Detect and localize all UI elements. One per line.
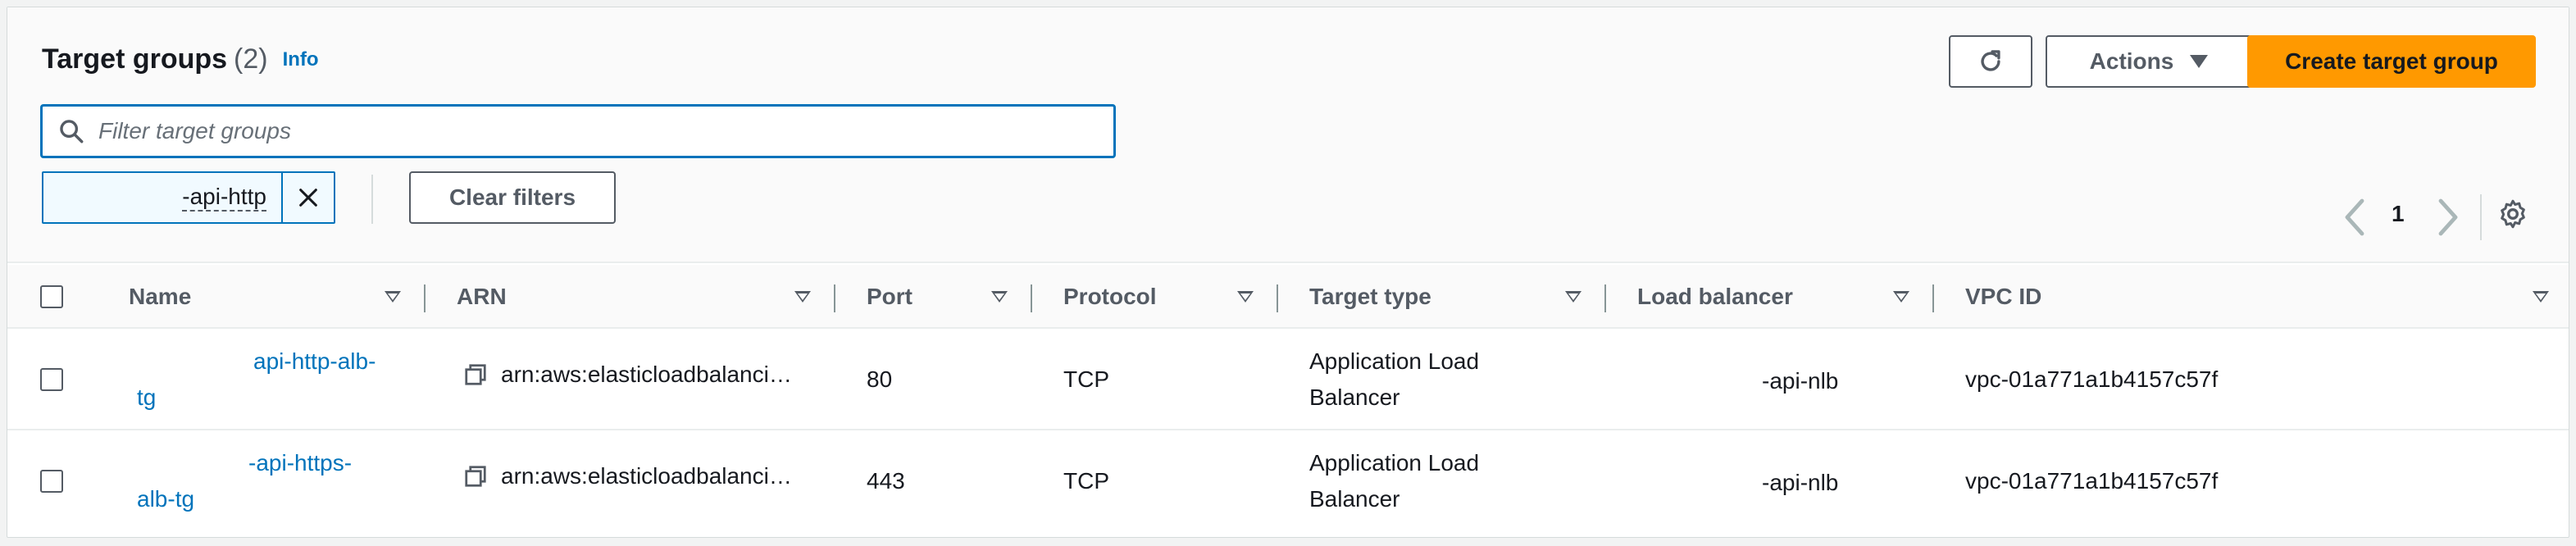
- column-header-arn-label: ARN: [457, 284, 507, 309]
- column-header-protocol[interactable]: Protocol: [1063, 265, 1268, 329]
- column-resizer[interactable]: [834, 284, 835, 312]
- column-resizer[interactable]: [1277, 284, 1278, 312]
- column-header-target-type-label: Target type: [1309, 284, 1431, 309]
- target-type-line2: Balancer: [1309, 486, 1400, 512]
- load-balancer-value[interactable]: -api-nlb: [1762, 368, 1838, 394]
- info-link[interactable]: Info: [283, 48, 319, 71]
- arn-cell: arn:aws:elasticloadbalanci…: [463, 362, 792, 388]
- column-header-port[interactable]: Port: [867, 265, 1022, 329]
- target-groups-panel: Target groups (2) Info Actions Create targ…: [7, 7, 2569, 538]
- close-icon: [299, 189, 317, 207]
- previous-page-button[interactable]: [2342, 196, 2369, 243]
- column-header-load-balancer[interactable]: Load balancer: [1637, 265, 1916, 329]
- vpc-id-value: vpc-01a771a1b4157c57f: [1965, 468, 2219, 494]
- arn-value: arn:aws:elasticloadbalanci…: [501, 362, 792, 387]
- sort-icon[interactable]: [1237, 291, 1254, 303]
- column-resizer[interactable]: [1604, 284, 1606, 312]
- target-group-name-line2: tg: [137, 384, 157, 410]
- create-target-group-button[interactable]: Create target group: [2247, 35, 2536, 88]
- sort-icon[interactable]: [1565, 291, 1582, 303]
- target-group-name-line1: -api-https-: [248, 450, 353, 475]
- column-header-port-label: Port: [867, 284, 913, 309]
- gear-icon: [2501, 199, 2525, 229]
- refresh-button[interactable]: [1949, 35, 2032, 88]
- sort-icon[interactable]: [2533, 291, 2549, 303]
- filter-target-groups-input[interactable]: [97, 107, 1113, 156]
- load-balancer-value[interactable]: -api-nlb: [1762, 470, 1838, 496]
- target-group-name-link[interactable]: api-http-alb- tg: [130, 344, 409, 416]
- column-resizer[interactable]: [1031, 284, 1032, 312]
- protocol-value: TCP: [1063, 366, 1109, 392]
- target-type-value: Application Load Balancer: [1309, 445, 1479, 517]
- column-header-protocol-label: Protocol: [1063, 284, 1157, 309]
- protocol-value: TCP: [1063, 468, 1109, 494]
- table-row[interactable]: api-http-alb- tg arn:aws:elasticloadbala…: [7, 329, 2569, 430]
- target-type-value: Application Load Balancer: [1309, 344, 1479, 416]
- target-group-name-line2: alb-tg: [137, 486, 195, 512]
- sort-icon[interactable]: [385, 291, 401, 303]
- target-type-line1: Application Load: [1309, 348, 1480, 374]
- port-value: 80: [867, 366, 893, 392]
- column-resizer[interactable]: [424, 284, 426, 312]
- sort-icon[interactable]: [991, 291, 1008, 303]
- target-type-line2: Balancer: [1309, 384, 1400, 410]
- column-header-name[interactable]: Name: [129, 265, 407, 329]
- create-target-group-label: Create target group: [2285, 48, 2498, 74]
- actions-label: Actions: [2089, 48, 2174, 74]
- column-header-vpc-id[interactable]: VPC ID: [1965, 265, 2556, 329]
- target-group-count: (2): [234, 43, 268, 75]
- table-column-headers: Name ARN Port Protocol Target type Load …: [7, 265, 2569, 329]
- remove-filter-button[interactable]: [281, 173, 334, 222]
- row-select-checkbox[interactable]: [40, 470, 63, 493]
- row-select-checkbox[interactable]: [40, 368, 63, 391]
- filter-divider: [371, 175, 373, 224]
- vpc-id-value: vpc-01a771a1b4157c57f: [1965, 366, 2219, 392]
- select-all-checkbox[interactable]: [40, 285, 63, 308]
- chevron-right-icon: [2438, 198, 2458, 236]
- column-resizer[interactable]: [1932, 284, 1934, 312]
- caret-down-icon: [2190, 55, 2209, 68]
- arn-cell: arn:aws:elasticloadbalanci…: [463, 463, 792, 489]
- sort-icon[interactable]: [1893, 291, 1909, 303]
- page-title-text: Target groups: [42, 43, 228, 75]
- search-icon: [60, 120, 84, 143]
- column-header-load-balancer-label: Load balancer: [1637, 284, 1793, 309]
- filter-token-text: -api-http: [182, 184, 266, 212]
- clear-filters-button[interactable]: Clear filters: [409, 171, 616, 224]
- sort-icon[interactable]: [794, 291, 811, 303]
- filter-token-label[interactable]: -api-http: [43, 173, 281, 222]
- next-page-button[interactable]: [2434, 196, 2460, 243]
- table-header-area: Target groups (2) Info Actions Create targ…: [7, 7, 2569, 263]
- column-header-arn[interactable]: ARN: [457, 265, 817, 329]
- preferences-button[interactable]: [2496, 198, 2529, 234]
- target-group-name-line1: api-http-alb-: [253, 348, 376, 374]
- column-header-name-label: Name: [129, 284, 192, 309]
- current-page-number[interactable]: 1: [2392, 201, 2405, 227]
- arn-value: arn:aws:elasticloadbalanci…: [501, 463, 792, 489]
- target-group-name-link[interactable]: -api-https- alb-tg: [130, 445, 409, 517]
- refresh-icon: [1981, 50, 2000, 71]
- copy-icon[interactable]: [463, 464, 488, 489]
- clear-filters-label: Clear filters: [448, 184, 576, 210]
- column-header-target-type[interactable]: Target type: [1309, 265, 1588, 329]
- actions-dropdown-button[interactable]: Actions: [2046, 35, 2252, 88]
- chevron-left-icon: [2345, 198, 2364, 236]
- column-header-vpc-id-label: VPC ID: [1965, 284, 2042, 309]
- filter-token: -api-http: [42, 171, 335, 224]
- copy-icon[interactable]: [463, 362, 488, 387]
- port-value: 443: [867, 468, 905, 494]
- target-type-line1: Application Load: [1309, 450, 1480, 475]
- pagination-divider: [2480, 194, 2482, 240]
- filter-search-box: [40, 104, 1116, 158]
- page-title: Target groups (2) Info: [42, 43, 319, 75]
- table-row[interactable]: -api-https- alb-tg arn:aws:elasticloadba…: [7, 430, 2569, 532]
